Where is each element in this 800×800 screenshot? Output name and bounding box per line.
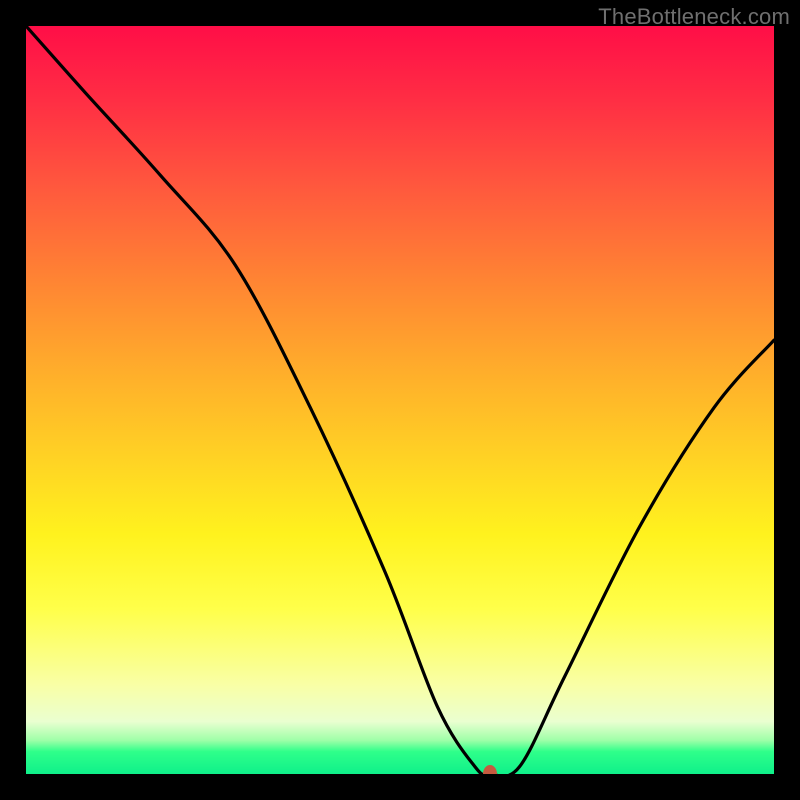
attribution-text: TheBottleneck.com — [598, 4, 790, 30]
plot-area — [26, 26, 774, 774]
chart-container: TheBottleneck.com — [0, 0, 800, 800]
bottleneck-curve — [26, 26, 774, 774]
